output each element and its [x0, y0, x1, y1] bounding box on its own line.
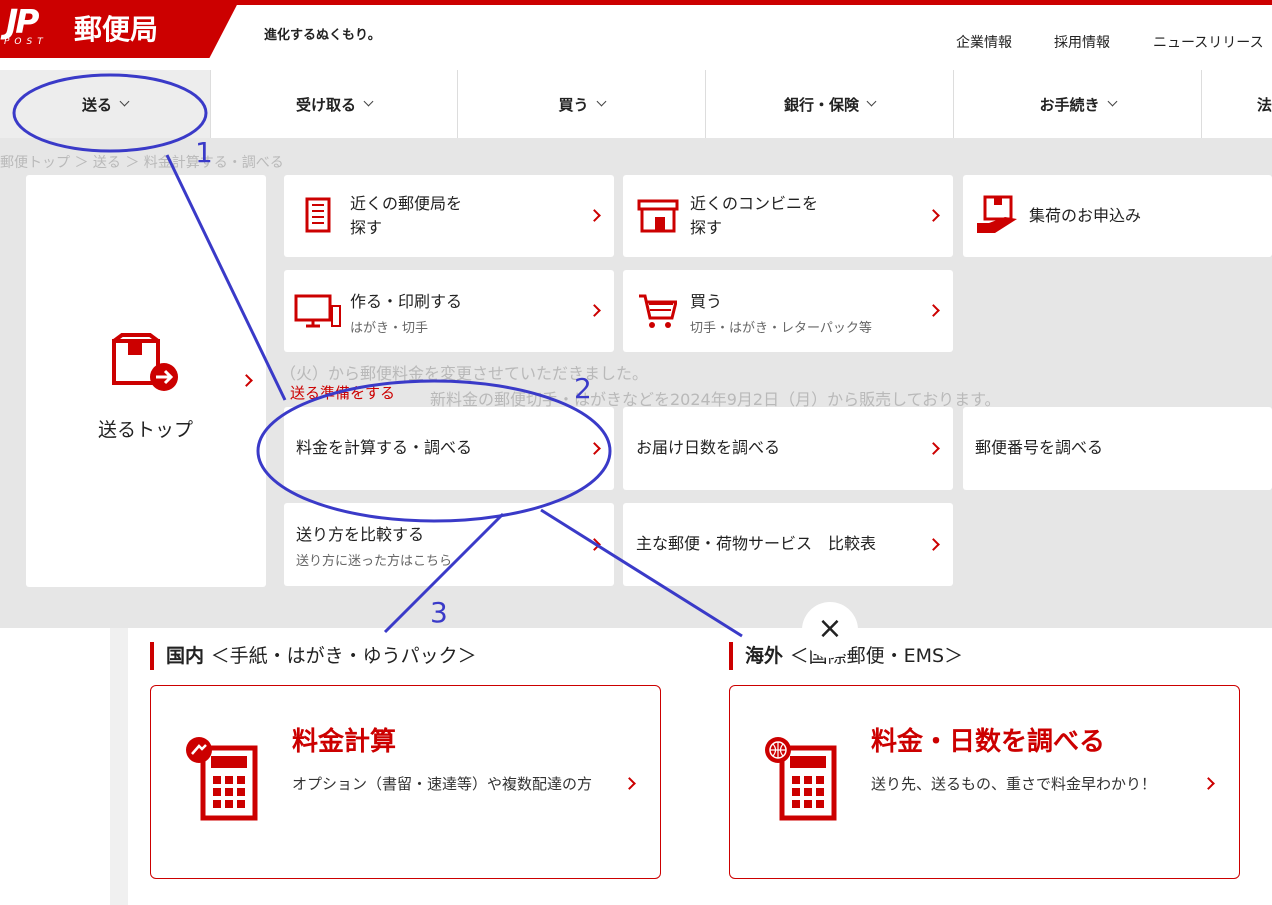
- compare-methods-card[interactable]: 送り方を比較する 送り方に迷った方はこちら: [284, 503, 614, 586]
- global-nav: 送る 受け取る 買う 銀行・保険 お手続き 法: [0, 70, 1272, 138]
- nav-item-buy[interactable]: 買う: [458, 70, 706, 138]
- chevron-down-icon: [1107, 96, 1117, 107]
- annotation-number-1: 1: [195, 136, 213, 169]
- chevron-right-icon: [588, 304, 601, 317]
- annotation-number-3: 3: [430, 596, 448, 629]
- tagline: 進化するぬくもり。: [264, 28, 381, 43]
- logo-name: 郵便局: [74, 13, 159, 46]
- annotation-number-2: 2: [574, 372, 592, 405]
- international-fee-card[interactable]: 料金・日数を調べる 送り先、送るもの、重さで料金早わかり！: [729, 685, 1240, 879]
- find-post-office-card[interactable]: 近くの郵便局を 探す: [284, 175, 614, 257]
- domestic-heading-sub: ＜手紙・はがき・ゆうパック＞: [210, 645, 477, 667]
- chevron-right-icon: [588, 209, 601, 222]
- international-card-title: 料金・日数を調べる: [871, 727, 1106, 757]
- domestic-heading: 国内 ＜手紙・はがき・ゆうパック＞: [150, 642, 477, 670]
- card-title: 近くのコンビニを 探す: [690, 194, 819, 237]
- nav-item-label: 法: [1257, 95, 1272, 114]
- close-icon: ×: [817, 611, 843, 646]
- card-title: 送り方を比較する: [296, 525, 425, 544]
- buy-card[interactable]: 買う 切手・はがき・レターパック等: [623, 270, 953, 352]
- nav-item-corporate[interactable]: 法: [1202, 70, 1272, 138]
- breadcrumb: 郵便トップ ＞ 送る ＞ 料金計算する・調べる: [0, 155, 284, 171]
- card-title: 郵便番号を調べる: [975, 438, 1104, 457]
- card-subtitle: 送り方に迷った方はこちら: [296, 554, 453, 569]
- find-convenience-store-card[interactable]: 近くのコンビニを 探す: [623, 175, 953, 257]
- logo-mark: JP: [6, 2, 40, 41]
- card-title: 作る・印刷する: [350, 292, 463, 311]
- computer-icon: [294, 294, 341, 328]
- domestic-fee-card[interactable]: 料金計算 オプション（書留・速達等）や複数配達の方: [150, 685, 661, 879]
- service-comparison-card[interactable]: 主な郵便・荷物サービス 比較表: [623, 503, 953, 586]
- chevron-down-icon: [596, 96, 606, 107]
- card-subtitle: はがき・切手: [350, 321, 429, 336]
- chevron-down-icon: [119, 96, 130, 107]
- jp-post-logo[interactable]: JP POST 郵便局: [0, 0, 238, 58]
- card-title: 主な郵便・荷物サービス 比較表: [636, 534, 877, 553]
- chevron-down-icon: [363, 96, 374, 107]
- pickup-hand-icon: [977, 195, 1017, 233]
- recruit-info-link[interactable]: 採用情報: [1054, 32, 1110, 52]
- delivery-days-card[interactable]: お届け日数を調べる: [623, 407, 953, 490]
- prep-section-label: 送る準備をする: [290, 384, 396, 402]
- card-title: お届け日数を調べる: [636, 438, 781, 457]
- calculate-fee-card[interactable]: 料金を計算する・調べる: [284, 407, 614, 490]
- send-top-panel[interactable]: 送るトップ: [26, 175, 266, 587]
- postal-code-card[interactable]: 郵便番号を調べる: [963, 407, 1272, 490]
- nav-item-receive[interactable]: 受け取る: [211, 70, 458, 138]
- convenience-store-icon: [637, 199, 679, 233]
- card-title: 近くの郵便局を 探す: [350, 194, 463, 237]
- nav-item-label: 買う: [558, 95, 589, 114]
- card-title: 料金を計算する・調べる: [296, 438, 473, 457]
- chevron-right-icon: [240, 374, 253, 387]
- nav-item-label: 受け取る: [295, 95, 356, 114]
- chevron-right-icon: [927, 304, 940, 317]
- chevron-down-icon: [866, 96, 877, 107]
- chevron-right-icon: [927, 538, 940, 551]
- nav-item-label: お手続き: [1039, 95, 1100, 114]
- chevron-right-icon: [588, 442, 601, 455]
- nav-item-procedures[interactable]: お手続き: [954, 70, 1202, 138]
- pickup-request-card[interactable]: 集荷のお申込み: [963, 175, 1272, 257]
- domestic-heading-text: 国内: [166, 645, 205, 667]
- post-office-building-icon: [305, 197, 331, 233]
- chevron-right-icon: [1202, 777, 1215, 790]
- logo-sub: POST: [4, 37, 48, 47]
- chevron-right-icon: [623, 777, 636, 790]
- chevron-right-icon: [927, 442, 940, 455]
- domestic-card-title: 料金計算: [292, 727, 397, 757]
- international-heading-text: 海外: [745, 645, 784, 667]
- page-gutter: [110, 628, 128, 905]
- shopping-cart-icon: [639, 294, 677, 328]
- calculator-globe-icon: [765, 737, 837, 821]
- nav-item-send[interactable]: 送る: [0, 70, 211, 138]
- close-menu-button[interactable]: ×: [802, 602, 858, 658]
- card-title: 集荷のお申込み: [1029, 206, 1142, 225]
- notice-text-1: （火）から郵便料金を変更させていただきました。: [280, 364, 649, 383]
- news-release-link[interactable]: ニュースリリース: [1153, 32, 1264, 52]
- nav-item-bank-insurance[interactable]: 銀行・保険: [706, 70, 954, 138]
- nav-item-label: 送る: [81, 95, 112, 114]
- calculator-icon: [186, 737, 258, 821]
- domestic-card-desc: オプション（書留・速達等）や複数配達の方: [292, 775, 593, 793]
- card-subtitle: 切手・はがき・レターパック等: [690, 321, 872, 336]
- corporate-info-link[interactable]: 企業情報: [956, 32, 1012, 52]
- card-title: 買う: [690, 292, 723, 311]
- chevron-right-icon: [927, 209, 940, 222]
- create-print-card[interactable]: 作る・印刷する はがき・切手: [284, 270, 614, 352]
- nav-item-label: 銀行・保険: [783, 95, 859, 114]
- package-send-icon: [112, 333, 178, 391]
- international-card-desc: 送り先、送るもの、重さで料金早わかり！: [871, 775, 1157, 793]
- chevron-right-icon: [588, 538, 601, 551]
- send-top-label: 送るトップ: [98, 419, 194, 441]
